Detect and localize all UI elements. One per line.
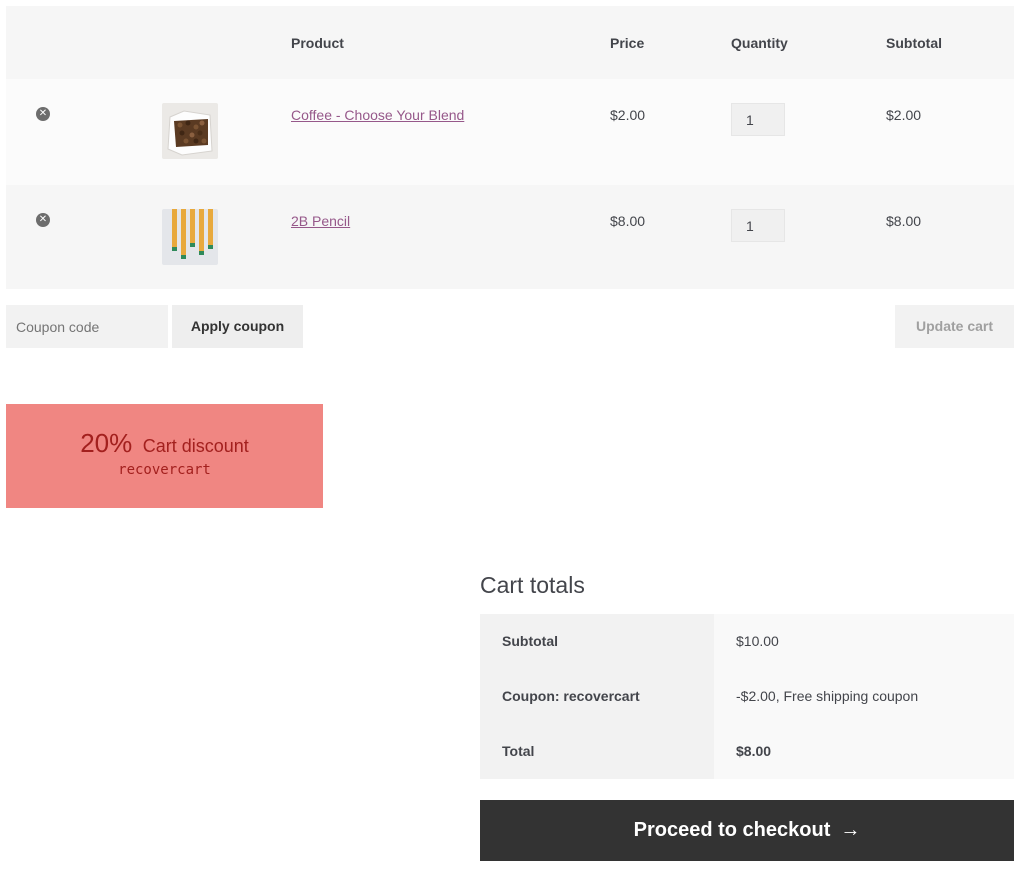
item-subtotal: $2.00 [886,107,922,123]
update-cart-button[interactable]: Update cart [895,305,1014,348]
header-subtotal: Subtotal [886,35,942,51]
totals-label: Total [480,724,714,779]
cart-totals-title: Cart totals [480,572,585,598]
totals-row-total: Total $8.00 [480,724,1014,779]
totals-row-subtotal: Subtotal $10.00 [480,614,1014,669]
header-product: Product [291,35,344,51]
totals-value: $10.00 [714,614,1014,669]
coffee-beans-bag-icon[interactable] [162,103,218,159]
coupon-code-input[interactable] [6,305,168,348]
totals-row-coupon: Coupon: recovercart -$2.00, Free shippin… [480,669,1014,724]
cart-totals-table: Subtotal $10.00 Coupon: recovercart -$2.… [480,614,1014,779]
cart-item-row: ✕ 2B Pencil $8.00 1 $8.00 [6,185,1014,289]
remove-item-icon[interactable]: ✕ [36,213,50,227]
cart-table: Product Price Quantity Subtotal ✕ Coffee… [6,6,1014,289]
checkout-label: Proceed to checkout [633,819,831,841]
discount-label: Cart discount [142,436,249,456]
header-quantity: Quantity [731,35,788,51]
totals-label: Coupon: recovercart [480,669,714,724]
totals-label: Subtotal [480,614,714,669]
totals-value: $8.00 [714,724,1014,779]
cart-table-header: Product Price Quantity Subtotal [6,6,1014,79]
item-price: $8.00 [610,213,646,229]
totals-value: -$2.00, Free shipping coupon [714,669,1014,724]
apply-coupon-button[interactable]: Apply coupon [172,305,303,348]
product-link[interactable]: 2B Pencil [291,213,350,229]
proceed-to-checkout-button[interactable]: Proceed to checkout → [480,800,1014,861]
discount-percent: 20% [80,428,133,458]
arrow-right-icon: → [840,819,861,841]
discount-code: recovercart [118,462,211,478]
cart-item-row: ✕ Coffee - Choose Your Blend $2.00 1 $2.… [6,79,1014,185]
item-subtotal: $8.00 [886,213,922,229]
header-price: Price [610,35,645,51]
pencils-icon[interactable] [162,209,218,265]
quantity-input[interactable]: 1 [731,103,785,136]
quantity-input[interactable]: 1 [731,209,785,242]
item-price: $2.00 [610,107,646,123]
product-link[interactable]: Coffee - Choose Your Blend [291,107,464,123]
discount-banner: 20% Cart discount recovercart [6,404,323,508]
remove-item-icon[interactable]: ✕ [36,107,50,121]
